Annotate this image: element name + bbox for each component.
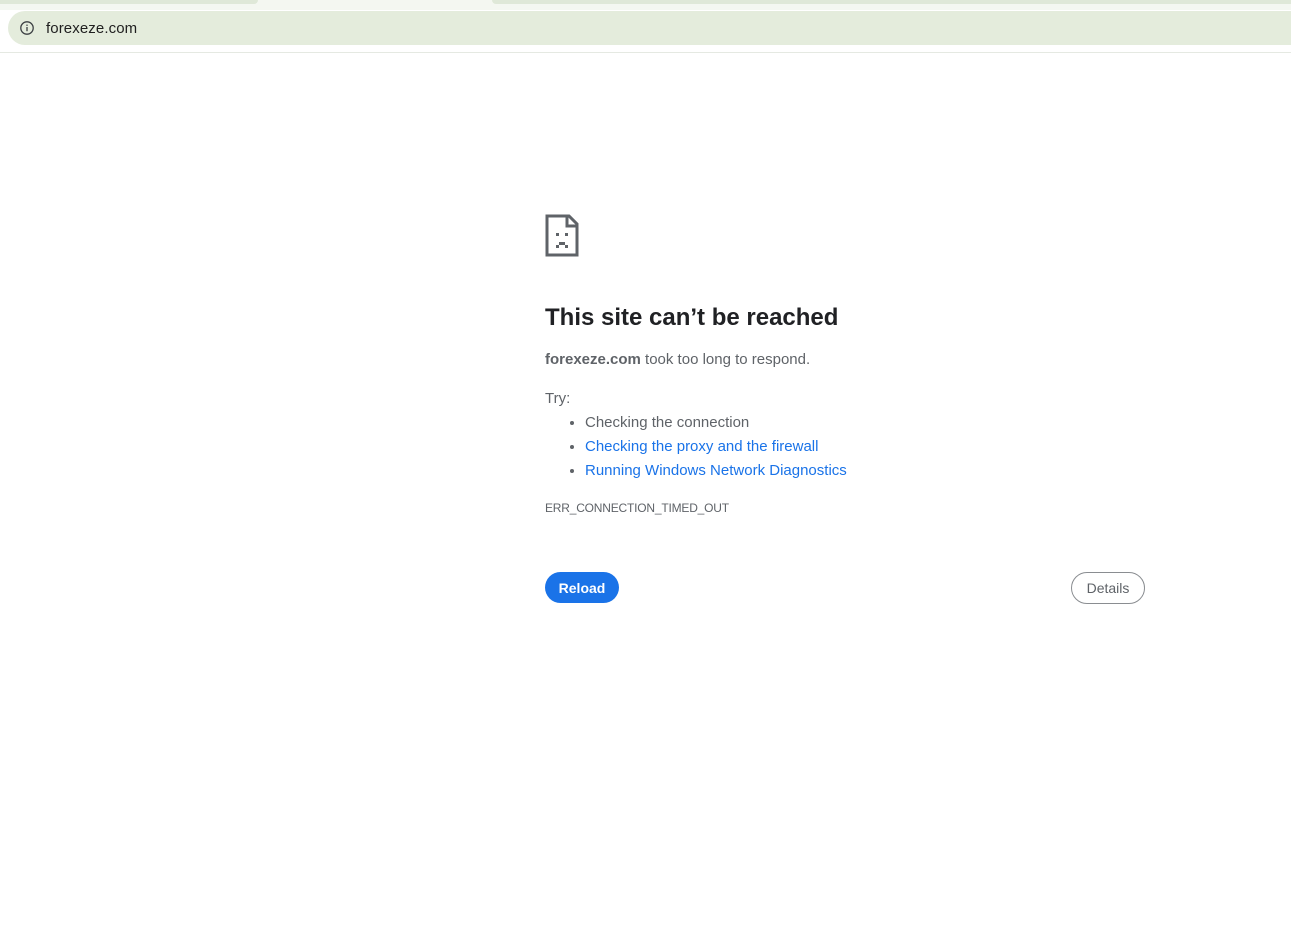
try-label: Try: (545, 390, 571, 407)
details-button[interactable]: Details (1071, 572, 1145, 604)
message-text: took too long to respond. (640, 351, 811, 368)
check-proxy-firewall-link[interactable]: Checking the proxy and the firewall (585, 438, 818, 455)
reload-button[interactable]: Reload (545, 572, 619, 603)
error-heading: This site can’t be reached (545, 304, 839, 331)
error-message: forexeze.com took too long to respond. (545, 349, 1145, 371)
button-row: Reload Details (545, 572, 1145, 606)
sad-document-icon (545, 214, 579, 257)
suggestion-check-proxy-firewall[interactable]: Checking the proxy and the firewall (585, 435, 1145, 459)
url-text[interactable]: forexeze.com (46, 20, 137, 37)
info-circle-icon[interactable] (10, 11, 44, 45)
suggestions-list: Checking the connection Checking the pro… (545, 411, 1145, 483)
tab-inactive-right[interactable] (492, 0, 1291, 4)
error-code: ERR_CONNECTION_TIMED_OUT (545, 501, 729, 515)
host-name: forexeze.com (545, 351, 641, 368)
suggestion-network-diagnostics[interactable]: Running Windows Network Diagnostics (585, 459, 1145, 483)
address-bar[interactable]: forexeze.com (8, 11, 1291, 45)
tab-inactive-left[interactable] (0, 0, 258, 4)
network-diagnostics-link[interactable]: Running Windows Network Diagnostics (585, 462, 847, 479)
tab-strip (0, 0, 1291, 10)
browser-toolbar: forexeze.com (0, 0, 1291, 53)
suggestion-check-connection: Checking the connection (585, 411, 1145, 435)
error-content: This site can’t be reached forexeze.com … (545, 214, 1145, 606)
